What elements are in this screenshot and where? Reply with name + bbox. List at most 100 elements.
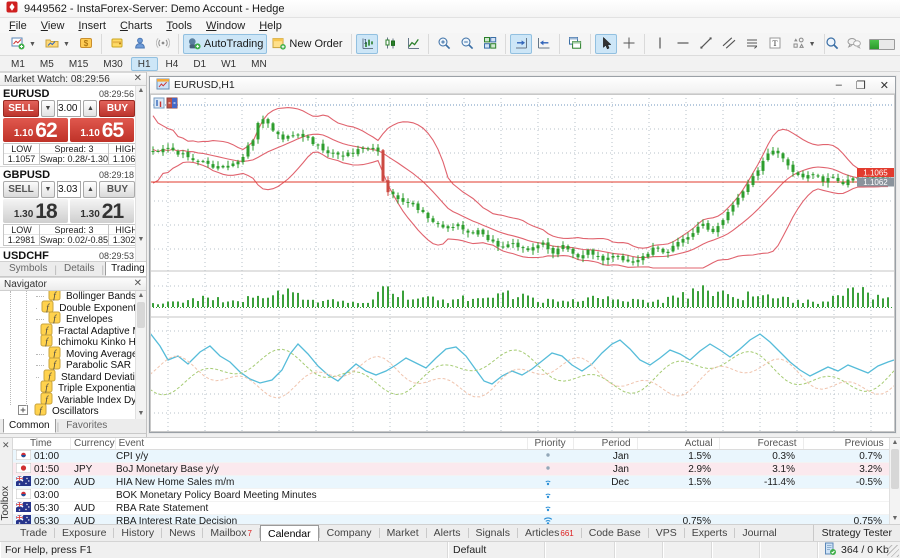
market-watch-tab-symbols[interactable]: Symbols [3, 262, 53, 276]
navigator-branch-oscillators[interactable]: fOscillators [16, 406, 146, 418]
market-watch-tab-details[interactable]: Details [58, 262, 101, 276]
payments-button[interactable] [106, 34, 128, 54]
text-label-button[interactable]: T [764, 34, 786, 54]
timeframe-d1[interactable]: D1 [186, 57, 213, 71]
search-icon[interactable] [825, 36, 839, 53]
menu-window[interactable]: Window [199, 20, 252, 32]
market-watch-tab-trading[interactable]: Trading [105, 262, 146, 276]
broadcast-button[interactable] [152, 34, 174, 54]
menu-tools[interactable]: Tools [159, 20, 199, 32]
timeframe-mn[interactable]: MN [244, 57, 274, 71]
vertical-line-button[interactable] [649, 34, 671, 54]
menu-charts[interactable]: Charts [113, 20, 159, 32]
toolbox-tab-company[interactable]: Company [320, 525, 379, 541]
timeframe-m5[interactable]: M5 [33, 57, 61, 71]
close-icon[interactable]: ✕ [880, 79, 889, 92]
equidistant-channel-button[interactable] [718, 34, 740, 54]
timeframe-h4[interactable]: H4 [159, 57, 186, 71]
sell-button[interactable]: SELL [3, 100, 39, 117]
trend-line-button[interactable] [695, 34, 717, 54]
cursor-button[interactable] [595, 34, 617, 54]
menu-help[interactable]: Help [252, 20, 289, 32]
timeframe-w1[interactable]: W1 [214, 57, 243, 71]
chat-icon[interactable] [847, 36, 861, 53]
toolbox-tab-journal[interactable]: Journal [735, 525, 783, 541]
timeframe-m1[interactable]: M1 [4, 57, 32, 71]
toolbox-tab-mailbox[interactable]: Mailbox7 [203, 525, 259, 541]
volume-input[interactable]: 3.00 [57, 100, 81, 117]
close-icon[interactable]: ✕ [134, 74, 142, 84]
close-icon[interactable]: ✕ [2, 440, 10, 451]
close-icon[interactable]: ✕ [134, 279, 142, 289]
toolbox-tab-news[interactable]: News [162, 525, 202, 541]
zoom-out-button[interactable] [456, 34, 478, 54]
menu-insert[interactable]: Insert [71, 20, 113, 32]
ask-price[interactable]: 1.1065 [70, 118, 135, 142]
status-profile[interactable]: Default [448, 542, 545, 558]
maximize-icon[interactable]: ❐ [856, 79, 866, 92]
toolbox-tab-trade[interactable]: Trade [13, 525, 54, 541]
toolbox-tab-articles[interactable]: Articles661 [518, 525, 581, 541]
chart-plot-area[interactable]: 1.10651.1062 [150, 94, 895, 432]
symbol-card-usdchf[interactable]: USDCHF08:29:53SELL▼3.00▲BUY [0, 248, 146, 262]
line-chart-button[interactable] [402, 34, 424, 54]
toolbox-tab-experts[interactable]: Experts [685, 525, 735, 541]
calendar-row[interactable]: 01:00CPI y/yJan1.5%0.3%0.7% [13, 450, 900, 463]
minimize-icon[interactable]: – [836, 79, 842, 92]
volume-dropdown[interactable]: ▼ [41, 181, 55, 198]
crosshair-button[interactable] [618, 34, 640, 54]
navigator-item-triple-exponential-m[interactable]: fTriple Exponential M [44, 383, 146, 395]
andrews-pitchfork-button[interactable] [741, 34, 763, 54]
calendar-row[interactable]: 01:50JPYBoJ Monetary Base y/yJan2.9%3.1%… [13, 463, 900, 476]
zoom-in-button[interactable] [433, 34, 455, 54]
strategy-tester-tab[interactable]: Strategy Tester [813, 525, 900, 541]
toolbox-tab-code-base[interactable]: Code Base [582, 525, 648, 541]
toolbox-tab-alerts[interactable]: Alerts [427, 525, 468, 541]
menu-file[interactable]: File [2, 20, 34, 32]
toolbox-tab-history[interactable]: History [114, 525, 161, 541]
navigator-item-envelopes[interactable]: fEnvelopes [44, 314, 146, 326]
chart-shift-button[interactable] [533, 34, 555, 54]
navigator-item-parabolic-sar[interactable]: fParabolic SAR [44, 360, 146, 372]
calendar-row[interactable]: 02:00AUDHIA New Home Sales m/mDec1.5%-11… [13, 476, 900, 489]
price-chart[interactable]: 1.10651.1062 [150, 94, 895, 432]
toolbox-tab-signals[interactable]: Signals [469, 525, 517, 541]
horizontal-line-button[interactable] [672, 34, 694, 54]
shapes-button[interactable]: ▼ [787, 34, 820, 54]
expand-icon[interactable] [16, 403, 30, 419]
navigator-tab-favorites[interactable]: Favorites [60, 419, 113, 433]
sell-button[interactable]: SELL [3, 181, 39, 198]
scrollbar[interactable]: ▲▼ [889, 438, 900, 524]
tile-windows-button[interactable] [479, 34, 501, 54]
scrollbar[interactable]: ▲▼ [135, 86, 146, 261]
ask-price[interactable]: 1.3021 [70, 199, 135, 223]
symbols-dollar-button[interactable]: $ [75, 34, 97, 54]
toolbox-tab-vps[interactable]: VPS [649, 525, 684, 541]
new-chart-button[interactable]: ▼ [7, 34, 40, 54]
symbol-card-gbpusd[interactable]: GBPUSD08:29:18SELL▼3.03▲BUY1.30181.3021L… [0, 167, 146, 248]
calendar-row[interactable]: 03:00BOK Monetary Policy Board Meeting M… [13, 489, 900, 502]
bid-price[interactable]: 1.3018 [3, 199, 68, 223]
volume-dropdown[interactable]: ▼ [41, 100, 55, 117]
volume-input[interactable]: 3.03 [57, 181, 81, 198]
navigator-item-variable-index-dyna[interactable]: fVariable Index Dyna [44, 395, 146, 407]
window-list-button[interactable] [564, 34, 586, 54]
timeframe-h1[interactable]: H1 [131, 57, 158, 71]
navigator-item-fractal-adaptive-mo[interactable]: fFractal Adaptive Mo [44, 326, 146, 338]
navigator-tab-common[interactable]: Common [3, 419, 56, 433]
menu-view[interactable]: View [34, 20, 72, 32]
new-order-button[interactable]: New Order [268, 34, 346, 54]
resize-grip[interactable] [887, 545, 899, 557]
calendar-row[interactable]: 05:30AUDRBA Rate Statement [13, 502, 900, 515]
symbol-card-eurusd[interactable]: EURUSD08:29:56SELL▼3.00▲BUY1.10621.1065L… [0, 86, 146, 167]
autotrading-button[interactable]: AutoTrading [183, 34, 268, 54]
navigator-item-bollinger-bands[interactable]: fBollinger Bands [44, 291, 146, 303]
calendar-row[interactable]: 05:30AUDRBA Interest Rate Decision0.75%0… [13, 515, 900, 524]
buy-button[interactable]: BUY [99, 100, 135, 117]
scrollbar[interactable]: ▲▼ [135, 291, 146, 419]
buy-button[interactable]: BUY [99, 181, 135, 198]
account-button[interactable] [129, 34, 151, 54]
volume-up-stepper[interactable]: ▲ [83, 100, 97, 117]
auto-scroll-button[interactable] [510, 34, 532, 54]
volume-up-stepper[interactable]: ▲ [83, 181, 97, 198]
